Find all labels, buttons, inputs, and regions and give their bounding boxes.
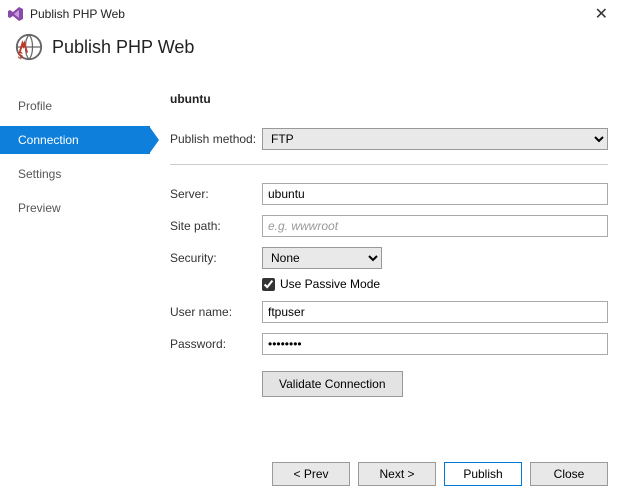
sidebar-item-settings[interactable]: Settings [0, 160, 150, 188]
window-title: Publish PHP Web [30, 7, 125, 21]
svg-text:$: $ [18, 50, 24, 60]
passive-mode-checkbox[interactable] [262, 278, 275, 291]
publish-method-select[interactable]: FTP [262, 128, 608, 150]
validate-connection-button[interactable]: Validate Connection [262, 371, 403, 397]
dialog-header: $ Publish PHP Web [0, 28, 624, 72]
passive-mode-label: Use Passive Mode [280, 277, 380, 291]
username-label: User name: [170, 305, 262, 319]
security-label: Security: [170, 251, 262, 265]
visual-studio-icon [8, 6, 24, 22]
footer-buttons: < Prev Next > Publish Close [272, 462, 608, 486]
php-globe-icon: $ [14, 32, 44, 62]
password-input[interactable] [262, 333, 608, 355]
main-panel: ubuntu Publish method: FTP Server: Site … [150, 72, 624, 397]
security-select[interactable]: None [262, 247, 382, 269]
server-label: Server: [170, 187, 262, 201]
wizard-sidebar: Profile Connection Settings Preview [0, 72, 150, 397]
close-button[interactable]: Close [530, 462, 608, 486]
next-button[interactable]: Next > [358, 462, 436, 486]
profile-name-heading: ubuntu [170, 92, 612, 106]
username-input[interactable] [262, 301, 608, 323]
close-icon[interactable]: ✕ [587, 4, 616, 24]
publish-button[interactable]: Publish [444, 462, 522, 486]
titlebar: Publish PHP Web ✕ [0, 0, 624, 28]
dialog-title: Publish PHP Web [52, 37, 194, 58]
sitepath-label: Site path: [170, 219, 262, 233]
password-label: Password: [170, 337, 262, 351]
publish-method-label: Publish method: [170, 132, 262, 146]
server-input[interactable] [262, 183, 608, 205]
sidebar-item-connection[interactable]: Connection [0, 126, 150, 154]
prev-button[interactable]: < Prev [272, 462, 350, 486]
sitepath-input[interactable] [262, 215, 608, 237]
divider [170, 164, 608, 165]
sidebar-item-profile[interactable]: Profile [0, 92, 150, 120]
sidebar-item-preview[interactable]: Preview [0, 194, 150, 222]
